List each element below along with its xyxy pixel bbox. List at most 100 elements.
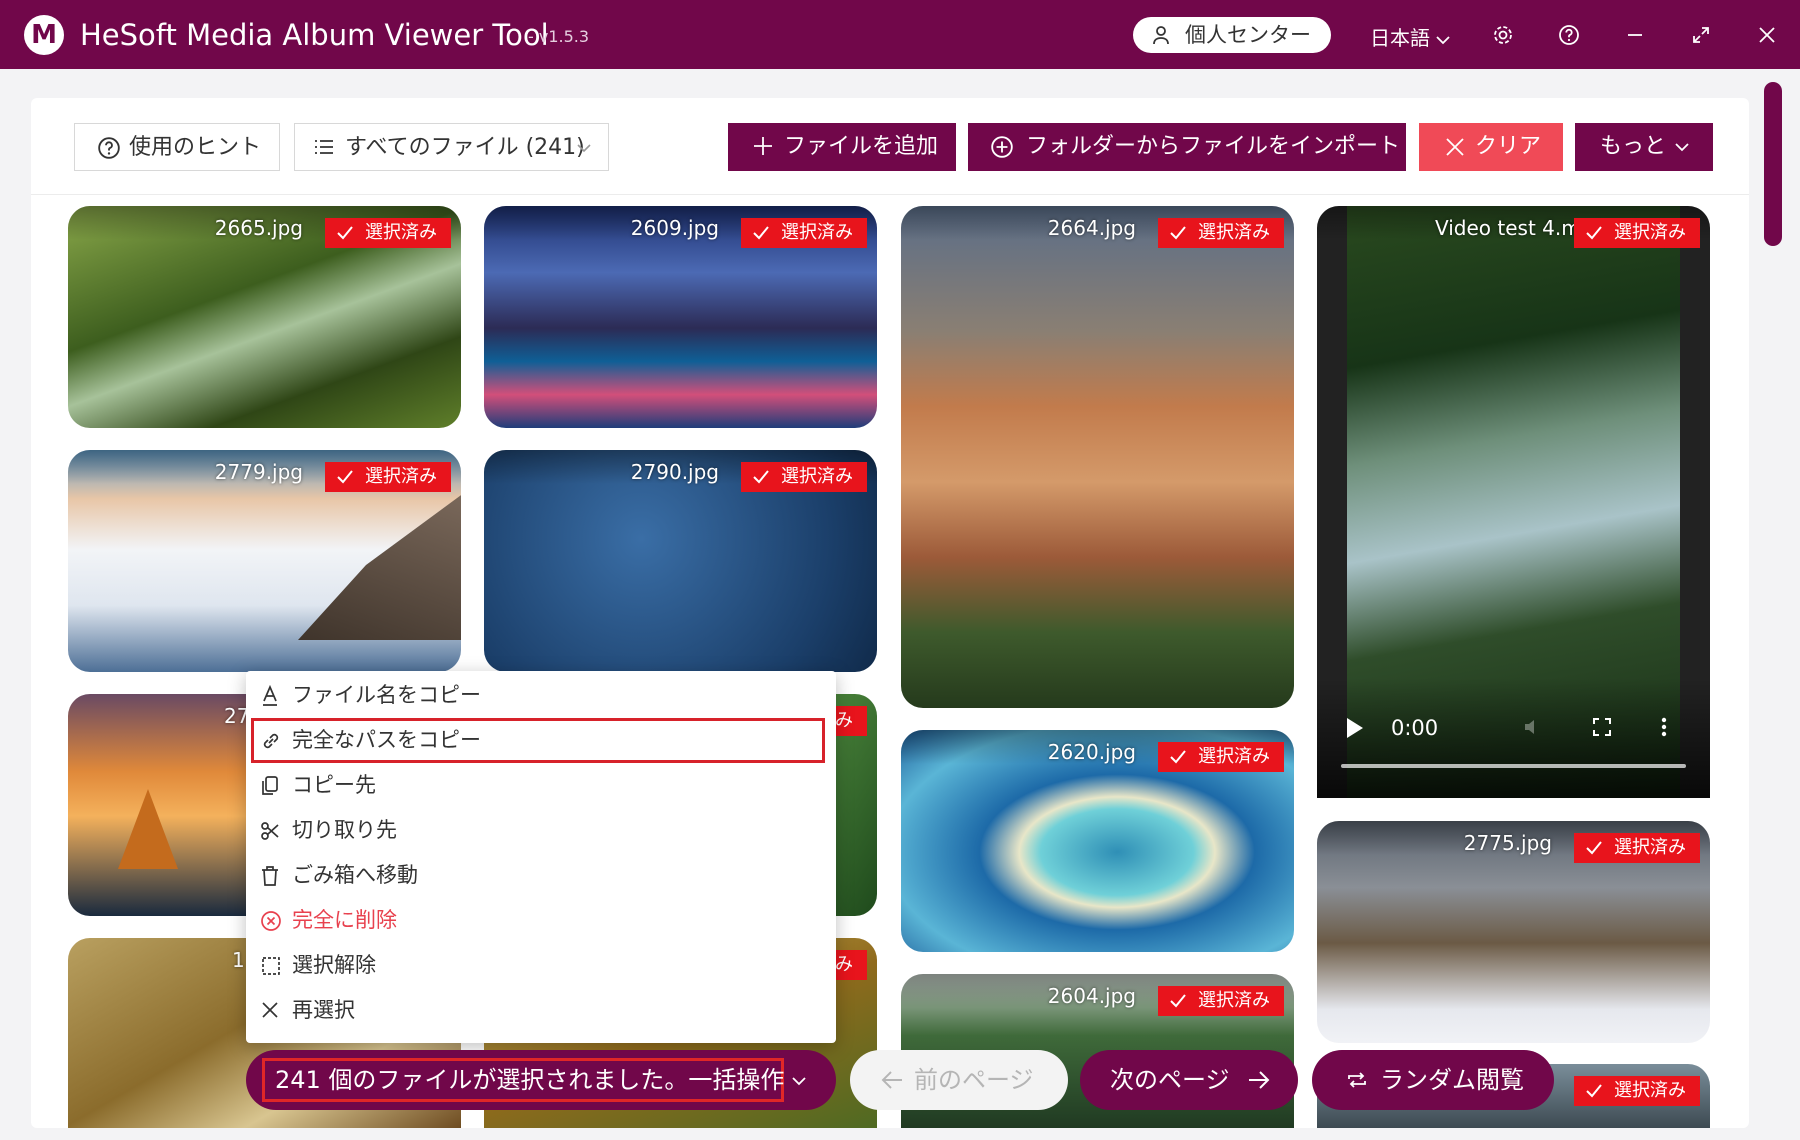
gear-icon[interactable] [1488, 20, 1518, 50]
file-card[interactable]: 2665.jpg 選択済み [68, 206, 461, 428]
file-name: 2609.jpg [630, 216, 719, 240]
file-name: 2604.jpg [1047, 984, 1136, 1008]
language-label: 日本語 [1370, 26, 1430, 50]
file-filter-select[interactable]: すべてのファイル (241) [294, 123, 609, 171]
next-page-button[interactable]: 次のページ [1080, 1050, 1298, 1110]
menu-item-deselect[interactable]: 選択解除 [246, 943, 836, 988]
import-folder-label: フォルダーからファイルをインポート [1026, 134, 1401, 159]
file-card[interactable]: 2779.jpg 選択済み [68, 450, 461, 672]
selected-badge: 選択済み [1158, 218, 1284, 248]
check-icon [1170, 750, 1186, 764]
chevron-down-icon [792, 1077, 806, 1086]
file-name: 2775.jpg [1463, 831, 1552, 855]
menu-item-delete-permanently[interactable]: 完全に削除 [246, 898, 836, 943]
menu-item-reselect[interactable]: 再選択 [246, 988, 836, 1033]
close-icon [262, 1002, 278, 1018]
selected-badge-label: 選択済み [365, 466, 437, 487]
question-circle-icon [98, 137, 120, 159]
play-icon[interactable] [1347, 718, 1363, 738]
arrow-right-icon [1249, 1071, 1270, 1089]
menu-item-label: 選択解除 [292, 953, 376, 977]
file-card[interactable]: 2664.jpg 選択済み [901, 206, 1294, 708]
user-center-button[interactable]: 個人センター [1133, 17, 1331, 53]
video-progress-bar[interactable] [1341, 764, 1686, 768]
toolbar-divider [31, 194, 1749, 195]
close-icon [1446, 138, 1464, 156]
more-label: もっと [1600, 134, 1667, 159]
file-card[interactable]: 2620.jpg 選択済み [901, 730, 1294, 952]
more-vertical-icon[interactable] [1661, 716, 1667, 738]
arrow-left-icon [881, 1071, 902, 1089]
import-folder-button[interactable]: フォルダーからファイルをインポート [968, 123, 1406, 171]
menu-item-label: 完全に削除 [292, 908, 397, 932]
help-icon[interactable] [1554, 20, 1584, 50]
language-select[interactable]: 日本語 [1370, 22, 1450, 51]
file-card[interactable]: 2790.jpg 選択済み [484, 450, 877, 672]
vertical-scrollbar[interactable] [1764, 82, 1782, 246]
plus-icon [754, 137, 772, 155]
list-icon [315, 140, 333, 154]
selected-badge: 選択済み [1574, 1076, 1700, 1106]
file-card[interactable]: 2609.jpg 選択済み [484, 206, 877, 428]
check-icon [753, 226, 769, 240]
selected-badge: 選択済み [1574, 218, 1700, 248]
check-icon [1586, 1084, 1602, 1098]
menu-item-label: ごみ箱へ移動 [292, 863, 418, 887]
selected-badge: 選択済み [325, 462, 451, 492]
batch-operation-highlight: 241 個のファイルが選択されました。一括操作 [262, 1058, 784, 1102]
selected-badge: 選択済み [325, 218, 451, 248]
menu-item-copy-to[interactable]: コピー先 [246, 763, 836, 808]
maximize-icon[interactable] [1686, 20, 1716, 50]
random-browse-label: ランダム閲覧 [1380, 1066, 1524, 1094]
menu-item-move-to-trash[interactable]: ごみ箱へ移動 [246, 853, 836, 898]
selected-badge-label: 選択済み [781, 222, 853, 243]
menu-item-cut-to[interactable]: 切り取り先 [246, 808, 836, 853]
menu-item-copy-full-path[interactable]: 完全なパスをコピー [251, 718, 825, 763]
repeat-icon [1348, 1072, 1366, 1088]
trash-icon [262, 866, 278, 886]
selected-badge-label: 選択済み [365, 222, 437, 243]
delete-circle-icon [261, 911, 281, 931]
minimize-icon[interactable] [1620, 20, 1650, 50]
selected-badge: 選択済み [1158, 986, 1284, 1016]
close-window-icon[interactable] [1752, 20, 1782, 50]
selected-badge-label: 選択済み [781, 466, 853, 487]
selected-badge-label: 選択済み [1198, 222, 1270, 243]
selected-badge-label: 選択済み [1198, 990, 1270, 1011]
menu-item-label: コピー先 [292, 773, 376, 797]
chevron-down-icon [577, 144, 591, 153]
fullscreen-icon[interactable] [1591, 716, 1613, 738]
video-controls [1317, 678, 1710, 798]
deselect-icon [262, 957, 280, 975]
selected-badge: 選択済み [1158, 742, 1284, 772]
check-icon [1170, 226, 1186, 240]
batch-operation-button[interactable]: 241 個のファイルが選択されました。一括操作 [246, 1050, 836, 1110]
selected-badge-label: 選択済み [1614, 837, 1686, 858]
file-name: 2620.jpg [1047, 740, 1136, 764]
file-name: Video test 4.mp [1435, 216, 1594, 240]
file-card[interactable]: 2775.jpg 選択済み [1317, 821, 1710, 1043]
clear-button[interactable]: クリア [1419, 123, 1563, 171]
video-card[interactable]: Video test 4.mp 選択済み 0:00 [1317, 206, 1710, 798]
tips-label: 使用のヒント [129, 135, 262, 160]
check-icon [1586, 841, 1602, 855]
tips-button[interactable]: 使用のヒント [74, 123, 280, 171]
add-files-label: ファイルを追加 [784, 134, 939, 159]
more-button[interactable]: もっと [1575, 123, 1713, 171]
app-logo: M [24, 15, 64, 55]
prev-page-button[interactable]: 前のページ [850, 1050, 1068, 1110]
pagoda-shape [118, 789, 178, 869]
clear-label: クリア [1475, 134, 1542, 159]
check-icon [1170, 994, 1186, 1008]
menu-item-copy-filename[interactable]: ファイル名をコピー [246, 673, 836, 718]
add-files-button[interactable]: ファイルを追加 [728, 123, 956, 171]
copy-icon [262, 776, 278, 795]
plus-circle-icon [991, 136, 1013, 158]
volume-icon[interactable] [1522, 716, 1544, 738]
selected-badge: 選択済み [741, 218, 867, 248]
link-icon [263, 733, 279, 749]
scissors-icon [261, 822, 279, 840]
selected-badge-label: 選択済み [1198, 746, 1270, 767]
random-browse-button[interactable]: ランダム閲覧 [1312, 1050, 1554, 1110]
file-name: 2664.jpg [1047, 216, 1136, 240]
